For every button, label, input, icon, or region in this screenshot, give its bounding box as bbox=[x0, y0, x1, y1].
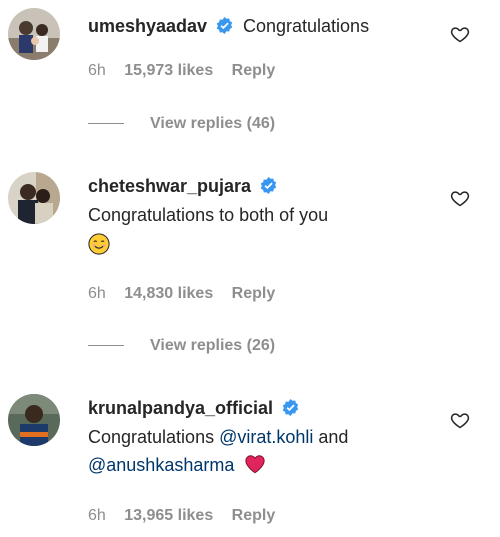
comment-text: Congratulations bbox=[242, 16, 370, 36]
reply-button[interactable]: Reply bbox=[232, 62, 276, 79]
like-heart-icon[interactable] bbox=[450, 410, 470, 430]
smiling-face-emoji-icon bbox=[88, 233, 110, 255]
comment-text-prefix: Congratulations bbox=[88, 427, 220, 447]
comment-text-line2: @anushkasharma bbox=[88, 451, 440, 479]
view-replies-button[interactable]: View replies (46) bbox=[88, 115, 275, 133]
view-replies-button[interactable]: View replies (26) bbox=[88, 337, 275, 355]
mention-link[interactable]: @anushkasharma bbox=[88, 455, 234, 475]
avatar[interactable] bbox=[8, 394, 60, 446]
like-heart-icon[interactable] bbox=[450, 188, 470, 208]
likes-count[interactable]: 13,965 likes bbox=[124, 507, 213, 524]
like-heart-icon[interactable] bbox=[450, 24, 470, 44]
comment-meta: 6h 15,973 likes Reply bbox=[88, 62, 289, 80]
verified-badge-icon bbox=[216, 17, 232, 34]
reply-button[interactable]: Reply bbox=[232, 507, 276, 524]
comment-meta: 6h 13,965 likes Reply bbox=[88, 507, 289, 525]
username[interactable]: umeshyaadav bbox=[88, 16, 207, 36]
username[interactable]: cheteshwar_pujara bbox=[88, 176, 251, 196]
avatar[interactable] bbox=[8, 172, 60, 224]
timestamp[interactable]: 6h bbox=[88, 62, 106, 79]
comment-text: Congratulations @virat.kohli and bbox=[88, 423, 440, 451]
avatar[interactable] bbox=[8, 8, 60, 60]
divider-line bbox=[88, 345, 124, 347]
comment-meta: 6h 14,830 likes Reply bbox=[88, 285, 289, 303]
likes-count[interactable]: 14,830 likes bbox=[124, 285, 213, 302]
username[interactable]: krunalpandya_official bbox=[88, 398, 273, 418]
timestamp[interactable]: 6h bbox=[88, 507, 106, 524]
verified-badge-icon bbox=[260, 177, 276, 194]
likes-count[interactable]: 15,973 likes bbox=[124, 62, 213, 79]
mention-link[interactable]: @virat.kohli bbox=[219, 427, 313, 447]
verified-badge-icon bbox=[282, 399, 298, 416]
timestamp[interactable]: 6h bbox=[88, 285, 106, 302]
divider-line bbox=[88, 123, 124, 125]
comment-text-mid: and bbox=[313, 427, 349, 447]
reply-button[interactable]: Reply bbox=[232, 285, 276, 302]
red-heart-emoji-icon bbox=[245, 455, 266, 474]
comment-text: Congratulations to both of you bbox=[88, 205, 329, 225]
